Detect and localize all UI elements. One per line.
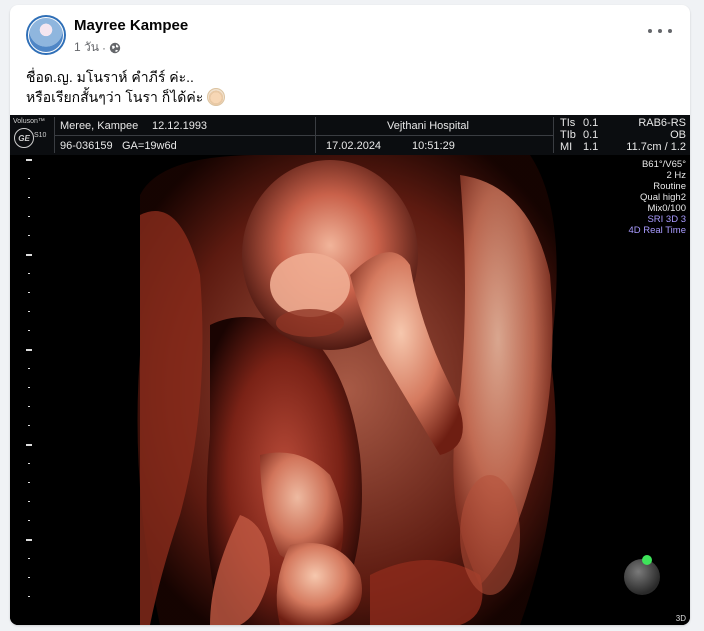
probe-name: RAB6-RS [638,117,686,129]
param-rate: 2 Hz [666,170,686,181]
scale-tick [26,254,32,256]
avatar-image [28,17,64,53]
exam-time: 10:51:29 [412,140,455,152]
scale-tick [28,273,30,274]
post-time[interactable]: 1 วัน [74,38,99,57]
ultrasound-header: Voluson™ GE S10 Meree, Kampee 12.12.1993… [10,115,690,155]
scale-tick [28,235,30,236]
param-mix: Mix0/100 [647,203,686,214]
post-text-line-1: ชื่อด.ญ. มโนราห์ คำภีร์ ค่ะ.. [26,69,194,85]
brand-name: Voluson™ [13,118,45,125]
fetus-3d-render [10,155,690,625]
param-4d: 4D Real Time [628,225,686,236]
scale-tick [28,178,30,179]
baby-emoji-icon [207,88,226,106]
param-angle: B61°/V65° [641,159,686,170]
post-text-line-2-row: หรือเรียกสั้นๆว่า โนรา ก็ได้ค่ะ [26,87,666,107]
dot [668,29,672,33]
author-name[interactable]: Mayree Kampee [74,17,188,34]
preset-name: OB [670,129,686,141]
scale-tick [28,558,30,559]
scale-tick [28,406,30,407]
globe-icon[interactable] [109,42,121,54]
divider [553,117,554,153]
scale-tick [28,368,30,369]
imaging-parameters: B61°/V65° 2 Hz Routine Qual high2 Mix0/1… [628,159,686,236]
scale-tick [28,387,30,388]
post-photo[interactable]: Voluson™ GE S10 Meree, Kampee 12.12.1993… [10,115,690,625]
scale-tick [28,520,30,521]
post-card: Mayree Kampee 1 วัน · ชื่อด.ญ. มโนราห์ ค… [10,5,690,625]
scale-tick [28,216,30,217]
scale-tick [28,311,30,312]
dot [658,29,662,33]
tis-value: 0.1 [583,117,599,129]
param-quality: Qual high2 [640,192,686,203]
more-options-button[interactable] [648,23,672,39]
orientation-orb-icon [624,559,660,595]
patient-id: 96-036159 [60,140,113,152]
tis-label: TIs [560,117,576,129]
scale-tick [28,197,30,198]
gestational-age: GA=19w6d [122,140,177,152]
mi-label: MI [560,141,573,153]
depth-scale [24,159,34,619]
hospital-name: Vejthani Hospital [387,120,469,132]
divider [315,117,316,153]
param-sri: SRI 3D 3 [647,214,686,225]
mi-value: 1.1 [583,141,599,153]
scale-tick [26,159,32,161]
tib-label: TIb [560,129,576,141]
scale-tick [28,425,30,426]
model-name: S10 [34,132,47,139]
avatar[interactable] [26,15,66,55]
depth-value: 11.7cm / 1.2 [626,141,686,153]
scale-tick [28,577,30,578]
voluson-logo: Voluson™ GE S10 [12,117,50,151]
scale-tick [28,330,30,331]
meta-separator: · [101,40,106,55]
post-text: ชื่อด.ญ. มโนราห์ คำภีร์ ค่ะ.. หรือเรียกส… [26,67,666,107]
corner-label: 3D [675,614,686,623]
dot [648,29,652,33]
scale-tick [28,596,30,597]
patient-dob: 12.12.1993 [152,120,208,132]
post-meta: 1 วัน · [74,38,121,57]
param-mode: Routine [653,181,686,192]
scale-tick [26,349,32,351]
scale-tick [28,501,30,502]
scale-tick [28,463,30,464]
orientation-marker-icon [642,555,652,565]
ge-logo-icon: GE [14,128,34,148]
patient-name: Meree, Kampee [60,120,139,132]
tib-value: 0.1 [583,129,599,141]
scale-tick [26,539,32,541]
exam-date: 17.02.2024 [326,140,382,152]
post-text-line-2: หรือเรียกสั้นๆว่า โนรา ก็ได้ค่ะ [26,89,204,105]
divider [54,135,554,136]
scale-tick [28,482,30,483]
scale-tick [28,292,30,293]
scale-tick [26,444,32,446]
